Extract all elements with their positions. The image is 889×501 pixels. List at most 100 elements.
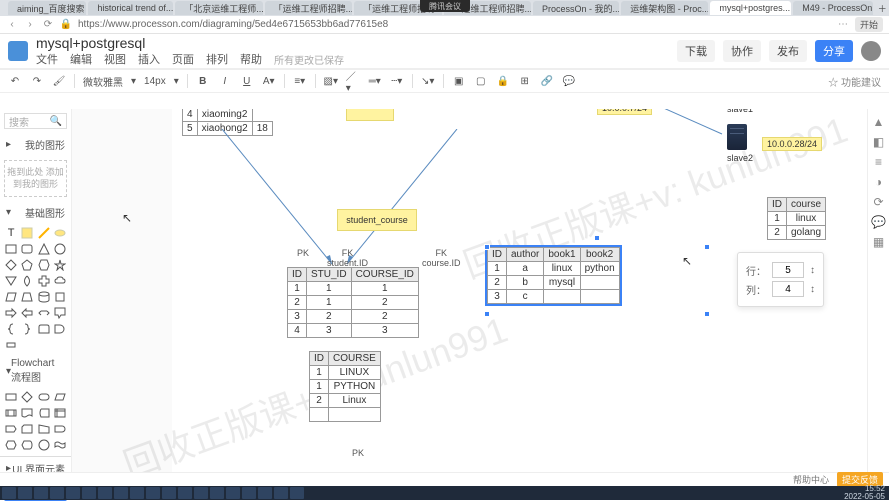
shape-arrow-bi[interactable]	[37, 306, 51, 320]
url-field[interactable]: https://www.processon.com/diagraming/5ed…	[78, 19, 831, 30]
menu-file[interactable]: 文件	[36, 51, 58, 67]
shape-rect[interactable]	[4, 242, 18, 256]
flow-stored[interactable]	[37, 406, 51, 420]
feedback-link[interactable]: ☆ 功能建议	[828, 74, 881, 89]
share-button[interactable]: 分享	[815, 40, 853, 62]
shape-triangle[interactable]	[37, 242, 51, 256]
shape-callout[interactable]	[53, 306, 67, 320]
align-icon[interactable]: ≡▾	[293, 74, 307, 88]
taskbar-app-icon[interactable]	[290, 487, 304, 499]
taskbar-app-icon[interactable]	[18, 487, 32, 499]
style-icon[interactable]: ◧	[872, 135, 886, 149]
front-icon[interactable]: ▣	[452, 74, 466, 88]
flow-tape[interactable]	[53, 438, 67, 452]
taskbar-app-icon[interactable]	[130, 487, 144, 499]
bold-icon[interactable]: B	[196, 74, 210, 88]
line-style-icon[interactable]: ┄▾	[390, 74, 404, 88]
lock-tool-icon[interactable]: 🔒	[496, 74, 510, 88]
shape-star[interactable]	[53, 258, 67, 272]
document-title[interactable]: mysql+postgresql	[36, 35, 344, 51]
shape-trap-down[interactable]	[4, 274, 18, 288]
shape-parallelogram[interactable]	[4, 290, 18, 304]
menu-arrange[interactable]: 排列	[206, 51, 228, 67]
menu-view[interactable]: 视图	[104, 51, 126, 67]
shape-trapezoid[interactable]	[20, 290, 34, 304]
shape-pentagon[interactable]	[20, 258, 34, 272]
font-select[interactable]: 微软雅黑	[83, 74, 123, 89]
line-color-icon[interactable]: ／▾	[346, 74, 360, 88]
browser-tab[interactable]: 「运维工程师招聘...×	[265, 1, 352, 15]
browser-tab[interactable]: historical trend of...×	[88, 1, 173, 15]
start-menu-icon[interactable]	[2, 487, 16, 499]
avatar[interactable]	[861, 41, 881, 61]
taskbar-app-icon[interactable]	[146, 487, 160, 499]
undo-icon[interactable]: ↶	[8, 74, 22, 88]
selection-handle[interactable]	[704, 244, 710, 250]
taskbar-app-icon[interactable]	[114, 487, 128, 499]
link-icon[interactable]: 🔗	[540, 74, 554, 88]
taskbar-app-icon[interactable]	[242, 487, 256, 499]
back-icon[interactable]: ▢	[474, 74, 488, 88]
flow-display[interactable]	[20, 438, 34, 452]
table-course[interactable]: IDCOURSE 1LINUX 1PYTHON 2Linux	[309, 351, 381, 422]
shape-ellipse-y[interactable]	[53, 226, 67, 240]
ip-label[interactable]: 10.0.0.28/24	[762, 137, 822, 151]
reload-icon[interactable]: ⟳	[42, 19, 54, 31]
flow-data[interactable]	[53, 390, 67, 404]
flow-terminator[interactable]	[37, 390, 51, 404]
taskbar-app-icon[interactable]	[98, 487, 112, 499]
nav-up-icon[interactable]: ▲	[872, 115, 886, 129]
collab-button[interactable]: 协作	[723, 40, 761, 62]
extension-icon[interactable]: ⋯	[837, 19, 849, 31]
italic-icon[interactable]: I	[218, 74, 232, 88]
canvas[interactable]: 回收正版课+v: kunlun991 回收正版课+v: kunlun991 2x…	[72, 109, 867, 472]
format-painter-icon[interactable]: 🖌	[52, 74, 66, 88]
section-flowchart[interactable]: ▾ Flowchart 流程图	[0, 354, 71, 388]
menu-help[interactable]: 帮助	[240, 51, 262, 67]
shape-cross[interactable]	[37, 274, 51, 288]
taskbar-app-icon[interactable]	[258, 487, 272, 499]
line-width-icon[interactable]: ═▾	[368, 74, 382, 88]
menu-page[interactable]: 页面	[172, 51, 194, 67]
shape-roundrect[interactable]	[20, 242, 34, 256]
taskbar-app-icon[interactable]	[34, 487, 48, 499]
menu-insert[interactable]: 插入	[138, 51, 160, 67]
selection-handle[interactable]	[484, 311, 490, 317]
shape-note[interactable]	[20, 226, 34, 240]
layers-icon[interactable]: ≡	[872, 155, 886, 169]
taskbar-app-icon[interactable]	[178, 487, 192, 499]
download-button[interactable]: 下载	[677, 40, 715, 62]
comment-icon[interactable]: 💬	[562, 74, 576, 88]
flow-manual[interactable]	[37, 422, 51, 436]
shape-arrow-right[interactable]	[4, 306, 18, 320]
font-size-select[interactable]: 14px	[144, 76, 166, 87]
menu-edit[interactable]: 编辑	[70, 51, 92, 67]
fill-color-icon[interactable]: ▧▾	[324, 74, 338, 88]
shape-and[interactable]	[53, 322, 67, 336]
taskbar-app-icon[interactable]	[194, 487, 208, 499]
history-icon[interactable]: ⟳	[872, 195, 886, 209]
shape-cylinder[interactable]	[37, 290, 51, 304]
taskbar-app-icon[interactable]	[226, 487, 240, 499]
taskbar-app-icon[interactable]	[66, 487, 80, 499]
flow-seq[interactable]	[4, 422, 18, 436]
shape-drop[interactable]	[20, 274, 34, 288]
shape-brace-l[interactable]	[4, 322, 18, 336]
search-input[interactable]: 搜索🔍	[4, 113, 67, 129]
help-link[interactable]: 帮助中心	[793, 473, 829, 486]
browser-tab[interactable]: 「北京运维工程师...×	[175, 1, 262, 15]
app-logo-icon[interactable]	[8, 41, 28, 61]
theme-icon[interactable]: ◑	[872, 175, 886, 189]
font-color-icon[interactable]: A▾	[262, 74, 276, 88]
connector-icon[interactable]: ↘▾	[421, 74, 435, 88]
shape-brace-r[interactable]	[20, 322, 34, 336]
group-icon[interactable]: ⊞	[518, 74, 532, 88]
underline-icon[interactable]: U	[240, 74, 254, 88]
shape-circle[interactable]	[53, 242, 67, 256]
stepper-icon[interactable]: ↕	[810, 284, 815, 295]
browser-tab[interactable]: 运维架构图 - Proc...×	[621, 1, 708, 15]
selection-handle[interactable]	[484, 244, 490, 250]
taskbar-app-icon[interactable]	[274, 487, 288, 499]
note-student-course[interactable]: student_course	[337, 209, 417, 231]
section-basic[interactable]: ▾ 基础图形	[0, 201, 71, 224]
